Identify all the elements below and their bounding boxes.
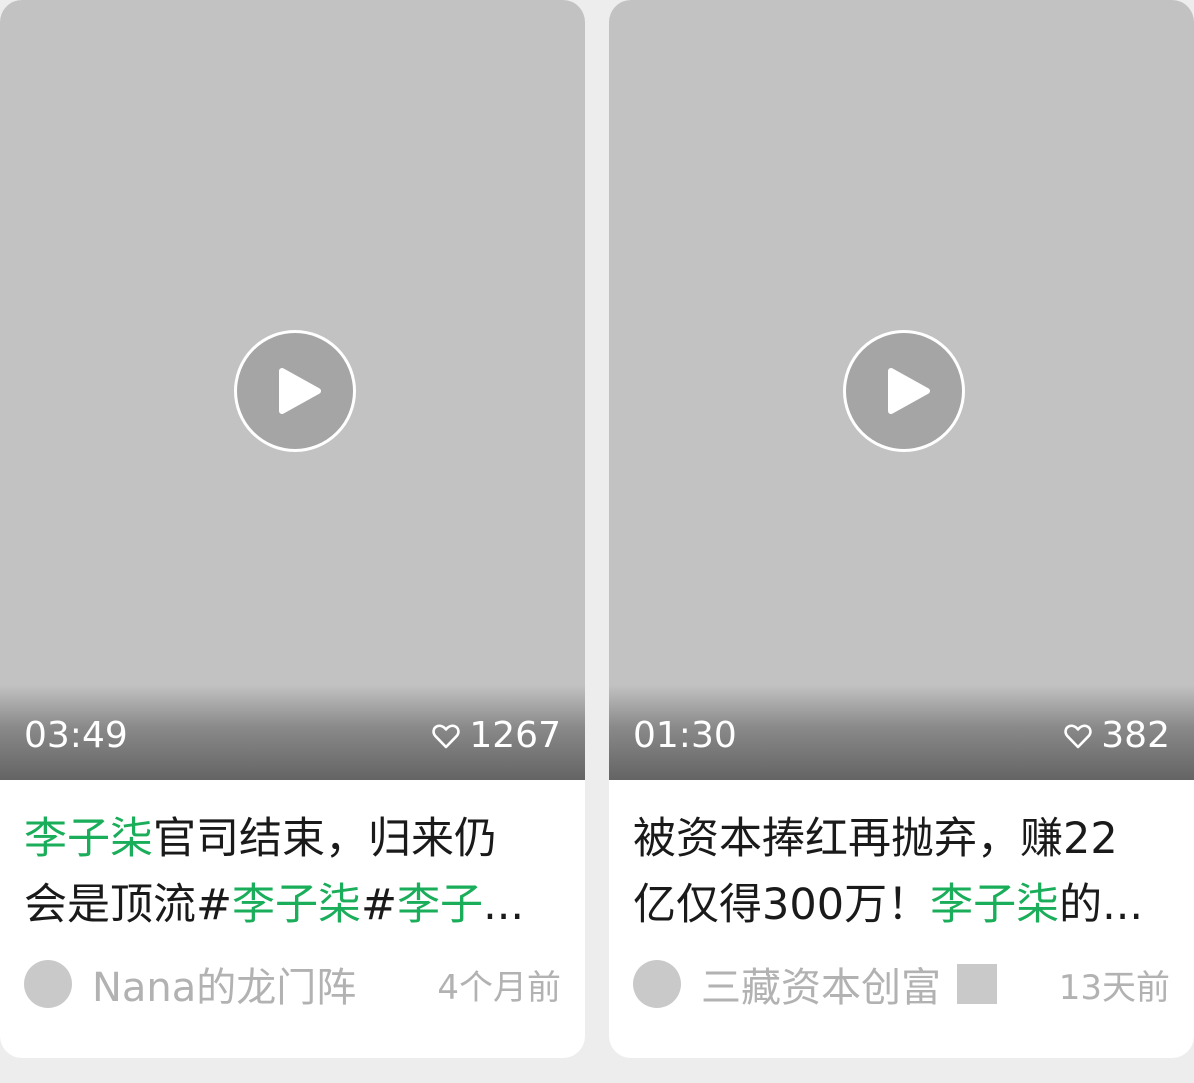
verified-badge-icon — [957, 964, 997, 1004]
author-name[interactable]: 三藏资本创富 — [701, 955, 941, 1013]
video-thumbnail[interactable]: 01:30 382 — [609, 0, 1194, 780]
video-meta: 三藏资本创富 13天前 — [633, 955, 1170, 1013]
title-keyword-highlight: 李子柒 — [232, 880, 362, 930]
like-count-value: 382 — [1101, 715, 1170, 756]
title-text: 官司结束，归来仍 — [153, 814, 497, 864]
title-text: 会是顶流# — [24, 880, 233, 930]
play-button[interactable] — [843, 330, 965, 452]
author-name[interactable]: Nana的龙门阵 — [92, 955, 356, 1013]
title-text: 被资本捧红再抛弃，赚22 — [633, 814, 1118, 864]
title-keyword-highlight: 李子柒 — [24, 814, 153, 864]
like-count-value: 1267 — [469, 715, 561, 756]
title-line-1: 李子柒官司结束，归来仍 — [24, 806, 534, 872]
video-thumbnail[interactable]: 03:49 1267 — [0, 0, 585, 780]
title-text: ... — [483, 880, 525, 930]
avatar[interactable] — [24, 960, 72, 1008]
play-icon — [888, 368, 930, 414]
title-text: 亿仅得300万！ — [633, 880, 931, 930]
title-line-2: 亿仅得300万！李子柒的... — [633, 872, 1143, 938]
title-text: # — [361, 880, 398, 930]
title-line-1: 被资本捧红再抛弃，赚22 — [633, 806, 1143, 872]
like-count[interactable]: 1267 — [431, 714, 561, 758]
video-title[interactable]: 李子柒官司结束，归来仍 会是顶流#李子柒#李子... — [24, 806, 534, 938]
video-card[interactable]: 03:49 1267 李子柒官司结束，归来仍 会是顶流#李子柒#李子... Na… — [0, 0, 585, 1058]
heart-icon — [1064, 724, 1092, 749]
play-icon — [279, 368, 321, 414]
play-button[interactable] — [234, 330, 356, 452]
title-keyword-highlight: 李子柒 — [930, 880, 1060, 930]
video-duration: 01:30 — [633, 715, 737, 756]
publish-time: 13天前 — [1058, 967, 1170, 1008]
video-meta: Nana的龙门阵 4个月前 — [24, 955, 561, 1013]
like-count[interactable]: 382 — [1063, 714, 1170, 758]
video-card[interactable]: 01:30 382 被资本捧红再抛弃，赚22 亿仅得300万！李子柒的... 三… — [609, 0, 1194, 1058]
title-line-2: 会是顶流#李子柒#李子... — [24, 872, 534, 938]
video-title[interactable]: 被资本捧红再抛弃，赚22 亿仅得300万！李子柒的... — [633, 806, 1143, 938]
heart-icon — [432, 724, 461, 749]
title-text: 的... — [1059, 880, 1143, 930]
title-keyword-highlight: 李子 — [397, 880, 484, 930]
publish-time: 4个月前 — [437, 967, 561, 1008]
avatar[interactable] — [633, 960, 681, 1008]
video-duration: 03:49 — [24, 715, 128, 756]
